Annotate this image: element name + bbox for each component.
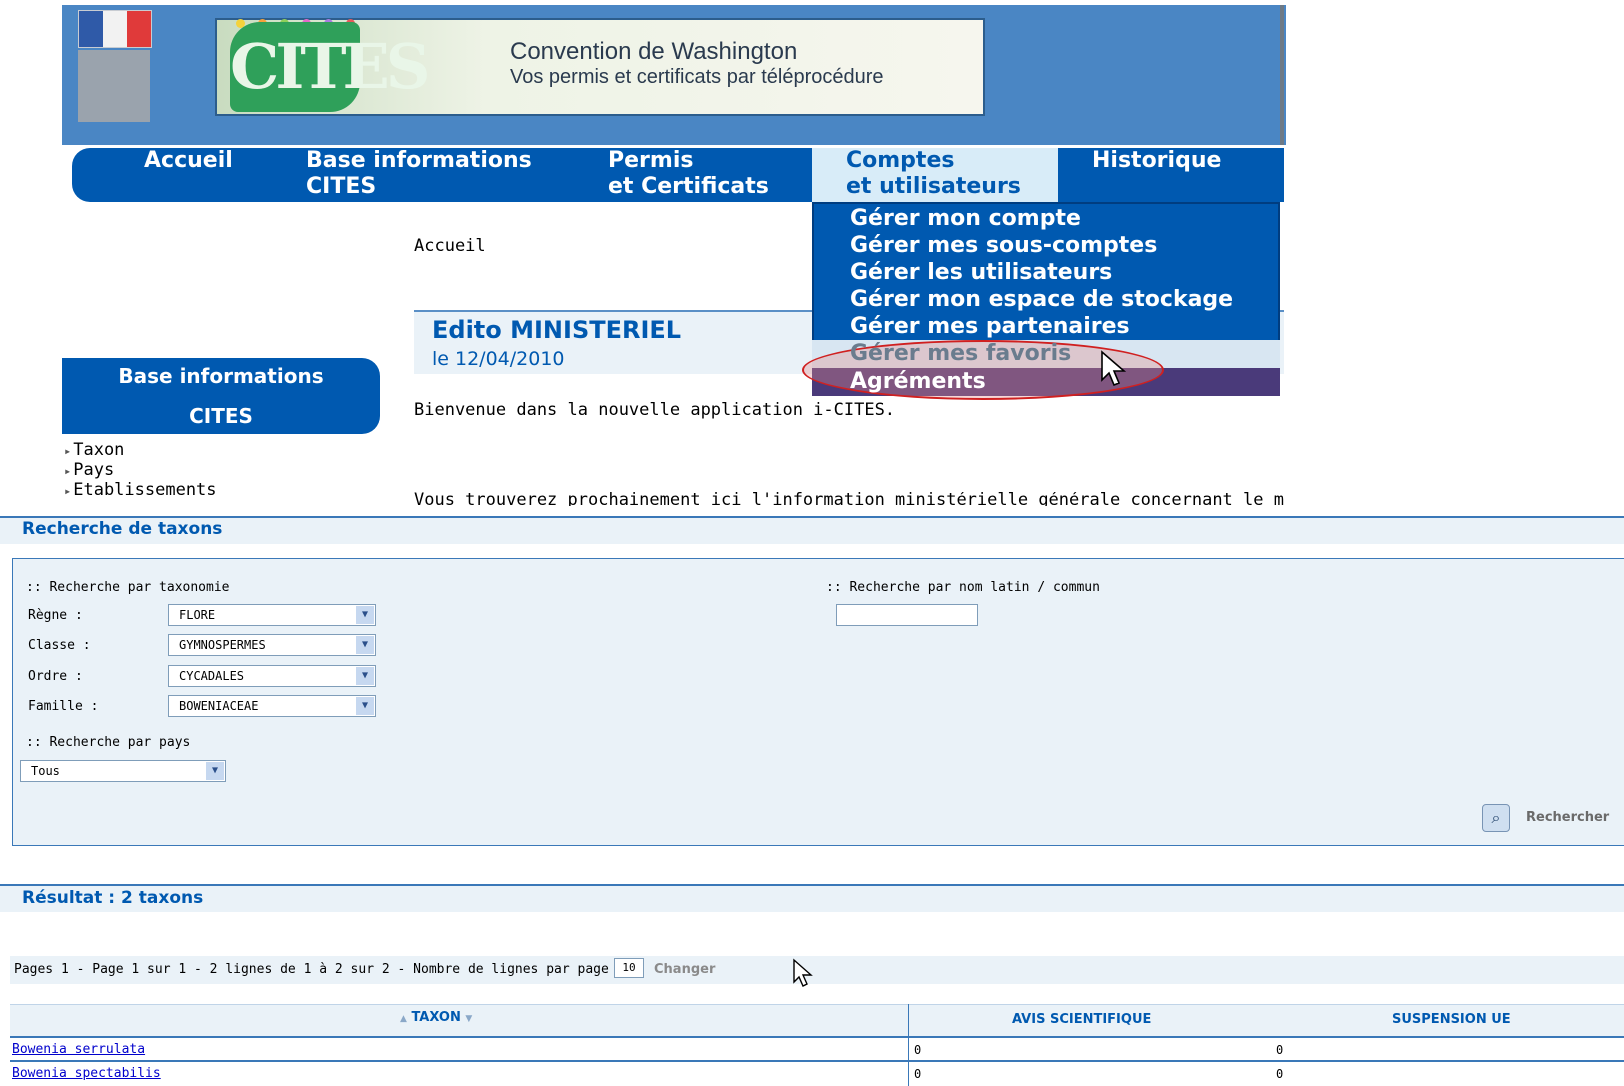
nav-comptes[interactable]: Comptes et utilisateurs: [846, 148, 1021, 200]
nav-base-informations[interactable]: Base informations CITES: [306, 148, 532, 200]
nav-label: CITES: [306, 174, 377, 199]
suspension-cell: 0: [1276, 1043, 1284, 1057]
search-button[interactable]: Rechercher: [1526, 810, 1609, 825]
chevron-down-icon: ▼: [356, 667, 374, 685]
country-select[interactable]: Tous ▼: [20, 760, 226, 782]
french-flag-logo: [78, 10, 152, 48]
avis-cell: 0: [914, 1067, 922, 1081]
nav-permis[interactable]: Permis et Certificats: [608, 148, 769, 200]
welcome-text: Bienvenue dans la nouvelle application i…: [414, 400, 896, 420]
edito-date: le 12/04/2010: [432, 348, 565, 370]
sort-down-icon[interactable]: ▼: [465, 1014, 472, 1024]
famille-value: BOWENIACEAE: [179, 699, 259, 713]
regne-value: FLORE: [179, 608, 216, 622]
nav-label: Permis: [608, 148, 694, 173]
chevron-down-icon: ▼: [356, 636, 374, 654]
change-button[interactable]: Changer: [654, 962, 715, 977]
column-header-taxon[interactable]: ▲ TAXON ▼: [400, 1010, 520, 1025]
header-divider: [1280, 5, 1284, 145]
chevron-down-icon: ▼: [356, 606, 374, 624]
left-link-pays[interactable]: Pays: [64, 460, 114, 481]
mouse-pointer-icon: [1101, 350, 1127, 387]
chevron-down-icon: ▼: [356, 697, 374, 715]
nav-label: Base informations: [306, 148, 532, 173]
ordre-label: Ordre :: [28, 669, 83, 684]
menu-item-agrements[interactable]: Agréments: [850, 369, 986, 395]
nav-historique[interactable]: Historique: [1092, 148, 1221, 174]
info-text-container: Vous trouverez prochainement ici l'infor…: [414, 492, 1284, 506]
mouse-cursor-icon: [793, 958, 813, 987]
banner-subtitle: Vos permis et certificats par téléprocéd…: [510, 66, 884, 88]
nav-label: et utilisateurs: [846, 174, 1021, 199]
nav-accueil[interactable]: Accueil: [144, 148, 233, 174]
suspension-cell: 0: [1276, 1067, 1284, 1081]
ordre-select[interactable]: CYCADALES ▼: [168, 665, 376, 687]
classe-label: Classe :: [28, 638, 91, 653]
pager-text: Pages 1 - Page 1 sur 1 - 2 lignes de 1 à…: [14, 962, 625, 977]
column-divider: [908, 1004, 909, 1086]
edito-title: Edito MINISTERIEL: [432, 316, 682, 344]
search-binoculars-icon[interactable]: ⌕: [1482, 804, 1510, 832]
menu-item-gerer-compte[interactable]: Gérer mon compte: [850, 206, 1081, 232]
menu-item-gerer-favoris[interactable]: Gérer mes favoris: [850, 341, 1071, 367]
sort-up-icon[interactable]: ▲: [400, 1014, 407, 1024]
ministry-logo: [78, 50, 150, 122]
nav-label: Accueil: [144, 148, 233, 173]
table-header: [10, 1004, 1624, 1036]
regne-label: Règne :: [28, 608, 83, 623]
left-box-subtitle: CITES: [189, 404, 253, 428]
nav-label: et Certificats: [608, 174, 769, 199]
famille-select[interactable]: BOWENIACEAE ▼: [168, 695, 376, 717]
menu-item-gerer-stockage[interactable]: Gérer mon espace de stockage: [850, 287, 1233, 313]
taxon-link-bowenia-serrulata[interactable]: Bowenia serrulata: [12, 1042, 145, 1057]
row-divider: [10, 1060, 1624, 1062]
banner-title: Convention de Washington: [510, 38, 798, 65]
latin-name-input[interactable]: [836, 604, 978, 626]
column-header-avis: AVIS SCIENTIFIQUE: [1012, 1012, 1152, 1027]
latin-section-label: :: Recherche par nom latin / commun: [826, 580, 1100, 595]
taxon-link-bowenia-spectabilis[interactable]: Bowenia spectabilis: [12, 1066, 161, 1081]
column-header-taxon-label: TAXON: [411, 1010, 461, 1025]
result-title: Résultat : 2 taxons: [22, 888, 204, 908]
avis-cell: 0: [914, 1043, 922, 1057]
search-title: Recherche de taxons: [22, 519, 223, 539]
nav-label: Historique: [1092, 148, 1222, 173]
column-header-suspension: SUSPENSION UE: [1392, 1012, 1511, 1027]
breadcrumb: Accueil: [414, 236, 486, 256]
country-value: Tous: [31, 764, 60, 778]
taxonomy-section-label: :: Recherche par taxonomie: [26, 580, 230, 595]
left-link-etablissements[interactable]: Etablissements: [64, 480, 216, 501]
left-link-taxon[interactable]: Taxon: [64, 440, 124, 461]
left-box-title: Base informations: [118, 364, 324, 388]
country-section-label: :: Recherche par pays: [26, 735, 191, 750]
result-header-bar: [0, 884, 1624, 912]
famille-label: Famille :: [28, 699, 99, 714]
cites-logo: CITES: [230, 22, 431, 112]
info-text: Vous trouverez prochainement ici l'infor…: [414, 492, 1284, 506]
nav-label: Comptes: [846, 148, 955, 173]
menu-item-gerer-utilisateurs[interactable]: Gérer les utilisateurs: [850, 260, 1112, 286]
menu-item-gerer-sous-comptes[interactable]: Gérer mes sous-comptes: [850, 233, 1157, 259]
rows-per-page-input[interactable]: 10: [614, 958, 644, 978]
classe-select[interactable]: GYMNOSPERMES ▼: [168, 634, 376, 656]
row-divider: [10, 1036, 1624, 1038]
chevron-down-icon: ▼: [206, 762, 224, 780]
regne-select[interactable]: FLORE ▼: [168, 604, 376, 626]
search-header-bar: [0, 516, 1624, 544]
classe-value: GYMNOSPERMES: [179, 638, 266, 652]
ordre-value: CYCADALES: [179, 669, 245, 683]
menu-item-gerer-partenaires[interactable]: Gérer mes partenaires: [850, 314, 1130, 340]
